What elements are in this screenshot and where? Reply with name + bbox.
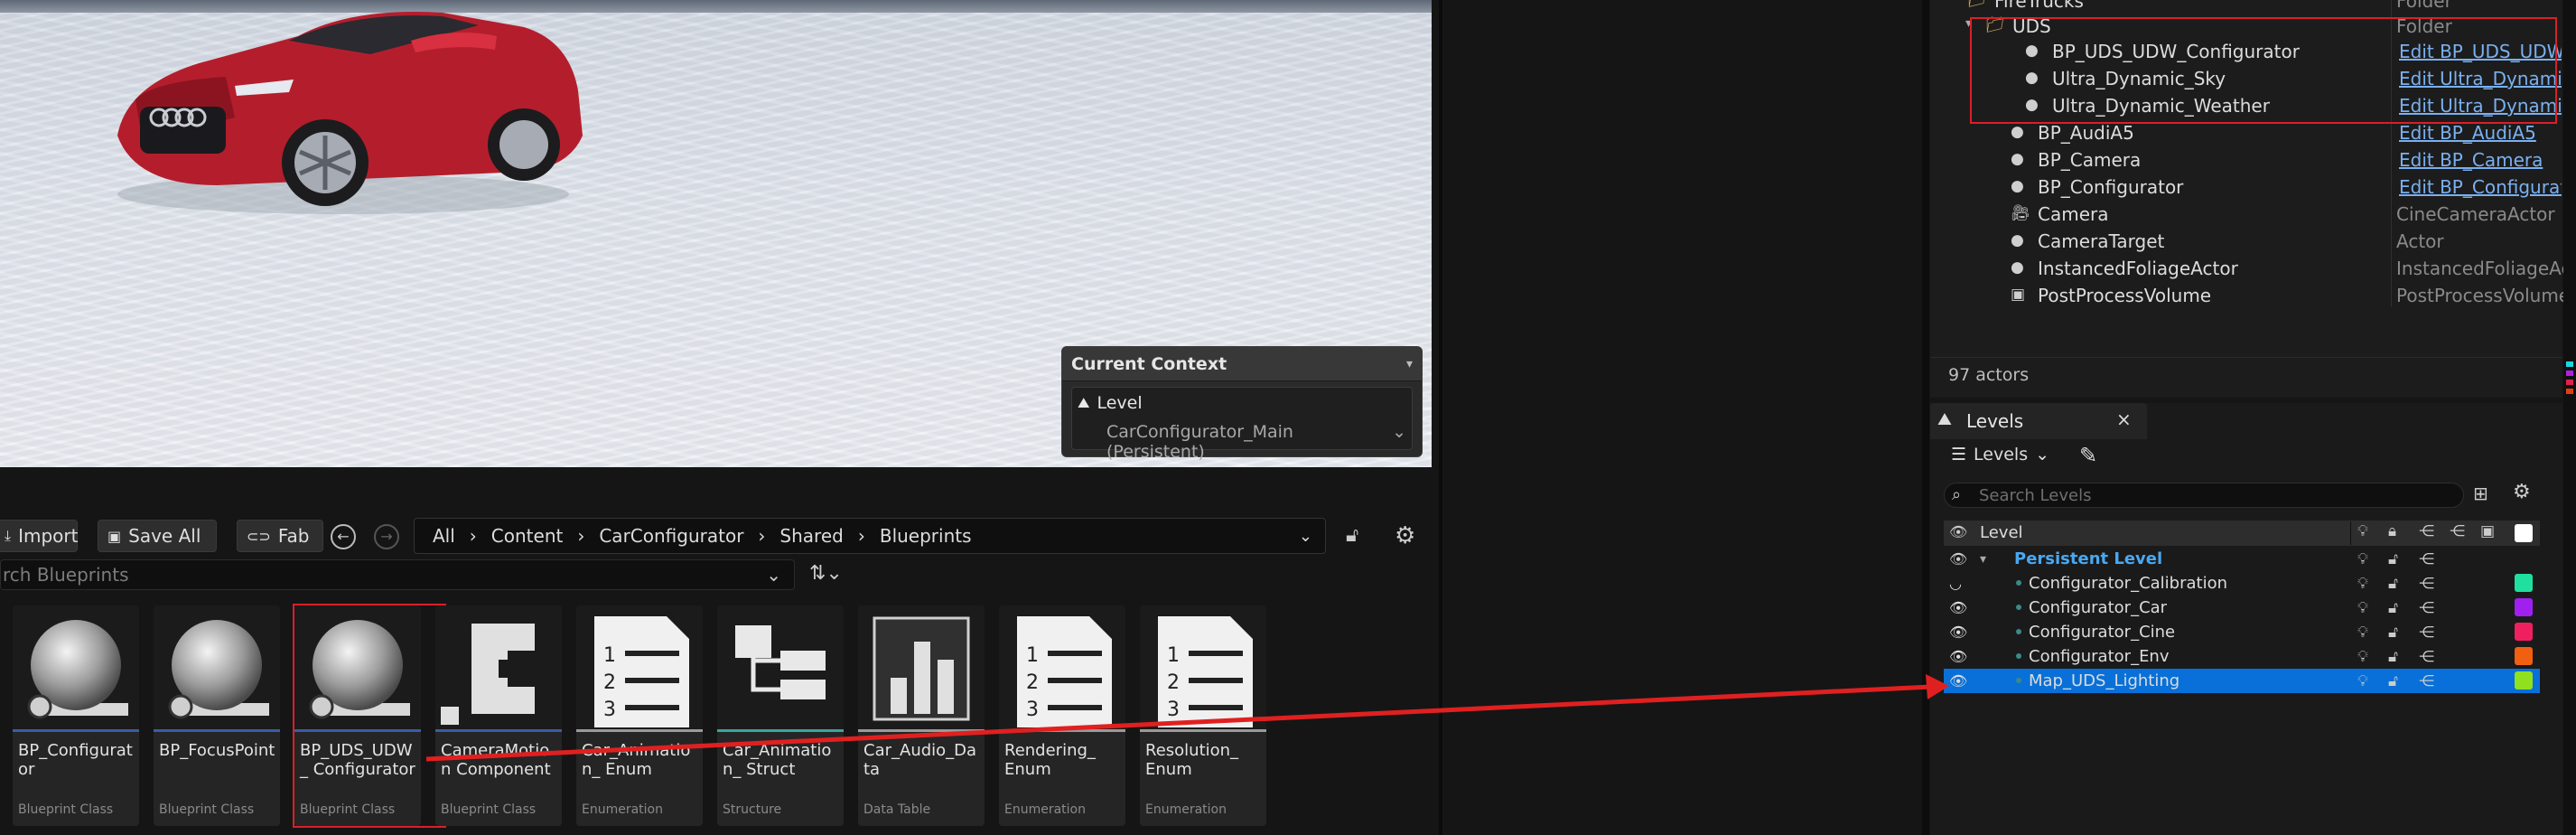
- scrollbar[interactable]: [2563, 0, 2576, 835]
- annotation-arrow: [425, 674, 1949, 762]
- level-color-marker: [2566, 380, 2573, 385]
- level-color-marker: [2566, 361, 2573, 367]
- level-color-marker: [2566, 389, 2573, 394]
- level-color-marker: [2566, 371, 2573, 376]
